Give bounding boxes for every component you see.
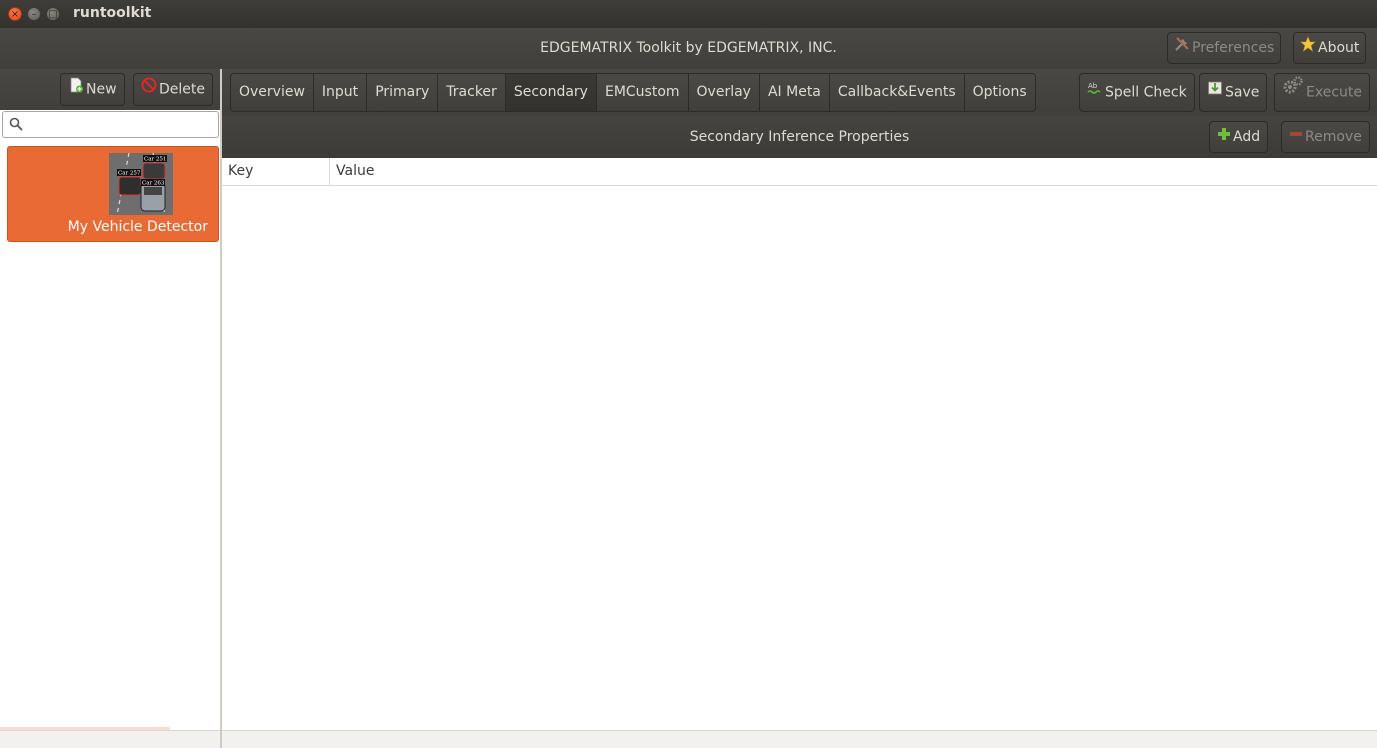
window-minimize-button[interactable]: – (27, 7, 41, 21)
about-button[interactable]: About (1293, 32, 1367, 64)
column-header-value[interactable]: Value (330, 158, 1377, 185)
section-title: Secondary Inference Properties (689, 129, 910, 145)
save-icon (1207, 74, 1223, 111)
tab-tracker[interactable]: Tracker (438, 74, 506, 111)
header-bar: EDGEMATRIX Toolkit by EDGEMATRIX, INC. P… (0, 28, 1377, 70)
gears-icon (1282, 74, 1304, 111)
section-header: Secondary Inference Properties Add Remov… (222, 116, 1377, 158)
spell-check-button[interactable]: Ab Spell Check (1079, 73, 1195, 112)
remove-label: Remove (1305, 129, 1362, 145)
minus-icon (1289, 122, 1303, 152)
tab-ai-meta[interactable]: AI Meta (760, 74, 830, 111)
remove-button[interactable]: Remove (1281, 121, 1370, 153)
window-close-button[interactable]: × (8, 7, 22, 21)
delete-button[interactable]: Delete (133, 73, 213, 106)
new-label: New (86, 81, 117, 98)
window-maximize-button[interactable]: □ (46, 7, 60, 21)
about-label: About (1318, 40, 1360, 56)
delete-label: Delete (159, 81, 205, 98)
column-header-key[interactable]: Key (222, 158, 330, 185)
sidebar-toolbar: New Delete (0, 69, 220, 110)
tab-emcustom[interactable]: EMCustom (597, 74, 689, 111)
svg-text:Ab: Ab (1088, 82, 1098, 90)
execute-button[interactable]: Execute (1274, 73, 1370, 112)
tab-input[interactable]: Input (314, 74, 368, 111)
no-entry-icon (141, 74, 157, 105)
search-input[interactable] (27, 115, 216, 136)
tab-bar: Overview Input Primary Tracker Secondary… (230, 73, 1036, 112)
table-header: Key Value (222, 158, 1377, 186)
thumbnail-tag: Car 257 (118, 171, 141, 177)
spell-check-label: Spell Check (1105, 84, 1187, 101)
window-title: runtoolkit (73, 5, 152, 21)
preferences-label: Preferences (1192, 40, 1275, 56)
main-status-strip (222, 730, 1377, 748)
star-icon (1300, 33, 1316, 63)
window-title-bar: × – □ runtoolkit (0, 0, 1377, 28)
execute-label: Execute (1306, 84, 1362, 101)
vehicle-thumbnail: Car 251 Car 257 Car 263 (109, 153, 173, 215)
thumbnail-tag: Car 251 (144, 157, 166, 163)
new-document-icon (68, 74, 84, 105)
tab-callback-events[interactable]: Callback&Events (830, 74, 965, 111)
search-icon (9, 117, 23, 135)
main-toolbar: Overview Input Primary Tracker Secondary… (222, 69, 1377, 116)
list-item-label: My Vehicle Detector (67, 219, 208, 235)
new-button[interactable]: New (60, 73, 125, 106)
tab-secondary[interactable]: Secondary (505, 74, 597, 111)
search-field[interactable] (2, 111, 219, 138)
sidebar: New Delete Car 251 Car 257 Car 263 My Ve… (0, 69, 220, 748)
properties-table: Key Value (222, 158, 1377, 731)
sidebar-status-strip (0, 730, 220, 748)
thumbnail-tag: Car 263 (142, 181, 165, 187)
tools-icon (1174, 33, 1190, 63)
preferences-button[interactable]: Preferences (1167, 32, 1282, 64)
add-label: Add (1233, 129, 1261, 145)
plus-icon (1217, 122, 1231, 152)
tab-options[interactable]: Options (965, 74, 1035, 111)
spell-check-icon: Ab (1087, 74, 1103, 111)
save-button[interactable]: Save (1199, 73, 1268, 112)
tab-overview[interactable]: Overview (231, 74, 314, 111)
tab-overlay[interactable]: Overlay (689, 74, 760, 111)
save-label: Save (1225, 84, 1260, 101)
tab-primary[interactable]: Primary (367, 74, 439, 111)
list-item[interactable]: Car 251 Car 257 Car 263 My Vehicle Detec… (7, 146, 219, 242)
add-button[interactable]: Add (1209, 121, 1269, 153)
